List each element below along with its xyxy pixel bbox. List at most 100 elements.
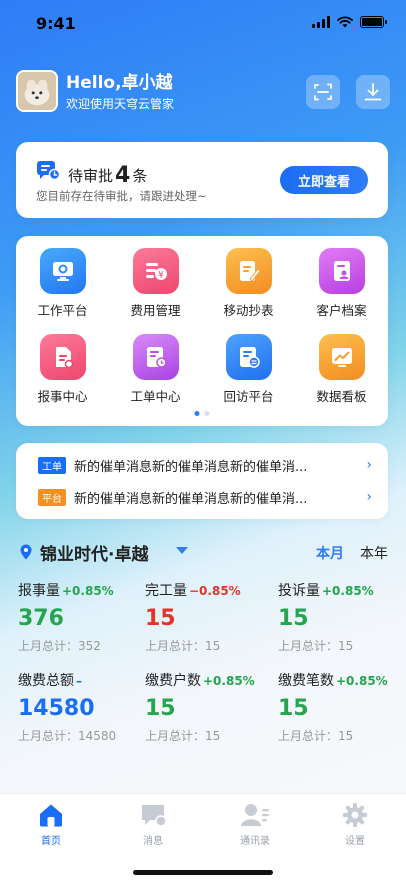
- project-selector[interactable]: 锦业时代·卓越: [40, 540, 148, 565]
- stat-name: 投诉量: [278, 583, 320, 599]
- settings-icon: [343, 803, 367, 827]
- stat-name: 完工量: [145, 583, 187, 599]
- home-indicator: [133, 870, 273, 875]
- stat-change: +0.85%: [322, 584, 374, 598]
- notice-card: 工单 新的催单消息新的催单消息新的催单消... › 平台 新的催单消息新的催单消…: [16, 443, 388, 519]
- stat-value: 376: [18, 606, 64, 631]
- scan-icon: [314, 83, 332, 101]
- menu-item-work-order[interactable]: 工单中心: [109, 334, 202, 408]
- menu-item-data-dashboard[interactable]: 数据看板: [295, 334, 388, 408]
- approval-icon: [37, 161, 60, 181]
- menu-label: 工单中心: [130, 389, 181, 404]
- welcome-text: 欢迎使用天穹云管家: [66, 97, 175, 111]
- stat-value: 15: [278, 606, 309, 631]
- pending-title: 待审批4 条: [68, 162, 147, 188]
- menu-label: 费用管理: [130, 303, 181, 318]
- stat-last-month: 上月总计：14580: [18, 729, 117, 743]
- stat-complaint-count: 投诉量 +0.85% 15 上月总计：15: [278, 580, 398, 654]
- stat-last-month: 上月总计：15: [278, 729, 354, 743]
- stat-value: 14580: [18, 696, 95, 721]
- scan-button[interactable]: [306, 75, 340, 109]
- page-dot-active: [194, 411, 200, 416]
- view-now-button[interactable]: 立即查看: [280, 166, 368, 194]
- status-time: 9:41: [36, 14, 76, 33]
- pending-description: 您目前存在待审批，请跟进处理~: [36, 189, 207, 203]
- tab-label: 首页: [41, 836, 61, 847]
- stat-change: +0.85%: [336, 674, 388, 688]
- notice-tag-platform: 平台: [38, 488, 66, 506]
- menu-item-mobile-meter[interactable]: 移动抄表: [202, 248, 295, 322]
- page-indicator: [194, 411, 210, 416]
- page-dot: [204, 411, 210, 416]
- stat-last-month: 上月总计：15: [278, 639, 354, 653]
- menu-item-return-visit[interactable]: 回访平台: [202, 334, 295, 408]
- stat-value: 15: [145, 606, 176, 631]
- stat-report-count: 报事量 +0.85% 376 上月总计：352: [18, 580, 145, 654]
- tab-contacts[interactable]: 通讯录: [220, 802, 290, 847]
- menu-label: 数据看板: [316, 389, 367, 404]
- notice-text: 新的催单消息新的催单消息新的催单消...: [74, 491, 308, 507]
- stat-change: +0.85%: [203, 674, 255, 688]
- notice-tag-work-order: 工单: [38, 456, 66, 474]
- caret-down-icon[interactable]: [176, 547, 188, 554]
- pending-count: 4: [115, 163, 131, 188]
- notice-text: 新的催单消息新的催单消息新的催单消...: [74, 459, 308, 475]
- chevron-right-icon: ›: [366, 489, 372, 505]
- status-icons: [312, 16, 387, 28]
- dashboard-icon: [318, 334, 365, 380]
- stat-name: 缴费笔数: [278, 673, 334, 689]
- menu-label: 回访平台: [223, 389, 274, 404]
- bottom-tab-bar: 首页 消息 通讯录 设置: [0, 793, 406, 883]
- fee-icon: ¥: [132, 248, 179, 294]
- menu-label: 移动抄表: [223, 303, 274, 318]
- download-button[interactable]: [356, 75, 390, 109]
- stat-completed-count: 完工量 −0.85% 15 上月总计：15: [145, 580, 278, 654]
- tab-label: 通讯录: [240, 836, 270, 847]
- tab-label: 消息: [143, 836, 163, 847]
- menu-item-report-center[interactable]: 报事中心: [16, 334, 109, 408]
- stat-name: 缴费总额: [18, 673, 74, 689]
- stat-last-month: 上月总计：352: [18, 639, 101, 653]
- chevron-right-icon: ›: [366, 457, 372, 473]
- stat-name: 报事量: [18, 583, 60, 599]
- greeting: Hello,卓小越: [66, 73, 173, 93]
- workbench-icon: [39, 248, 86, 294]
- tab-home[interactable]: 首页: [16, 802, 86, 847]
- notice-item[interactable]: 平台 新的催单消息新的催单消息新的催单消... ›: [38, 487, 372, 507]
- menu-label: 客户档案: [316, 303, 367, 318]
- stat-payment-transactions: 缴费笔数 +0.85% 15 上月总计：15: [278, 670, 398, 744]
- menu-label: 报事中心: [37, 389, 88, 404]
- tab-settings[interactable]: 设置: [320, 802, 390, 847]
- wifi-icon: [337, 16, 353, 28]
- menu-item-customer-file[interactable]: 客户档案: [295, 248, 388, 322]
- battery-icon: [360, 16, 387, 28]
- avatar[interactable]: [16, 70, 58, 112]
- cellular-signal-icon: [312, 16, 330, 28]
- location-icon: [20, 544, 32, 560]
- menu-label: 工作平台: [37, 303, 88, 318]
- tab-label: 设置: [345, 836, 365, 847]
- meter-icon: [225, 248, 272, 294]
- report-icon: [39, 334, 86, 380]
- download-icon: [364, 83, 382, 101]
- menu-item-fee-management[interactable]: ¥ 费用管理: [109, 248, 202, 322]
- feature-menu-grid: 工作平台 ¥ 费用管理 移动抄表 客户档案 报事中心 工单中心 回访平台 数据看…: [16, 248, 388, 408]
- customer-file-icon: [318, 248, 365, 294]
- pending-approval-card: 待审批4 条 您目前存在待审批，请跟进处理~ 立即查看: [16, 142, 388, 218]
- pending-prefix: 待审批: [68, 167, 114, 185]
- stat-payment-total: 缴费总额 – 14580 上月总计：14580: [18, 670, 145, 744]
- statistics-grid: 报事量 +0.85% 376 上月总计：352 完工量 −0.85% 15 上月总计…: [18, 580, 398, 744]
- period-tab-year[interactable]: 本年: [360, 543, 388, 563]
- header: Hello,卓小越 欢迎使用天穹云管家: [16, 68, 390, 116]
- stat-last-month: 上月总计：15: [145, 639, 221, 653]
- menu-item-workbench[interactable]: 工作平台: [16, 248, 109, 322]
- period-tab-month[interactable]: 本月: [316, 543, 344, 563]
- work-order-icon: [132, 334, 179, 380]
- contacts-icon: [241, 804, 269, 826]
- stat-value: 15: [278, 696, 309, 721]
- status-bar: 9:41: [0, 0, 406, 48]
- project-bar: 锦业时代·卓越 本月 本年: [16, 540, 390, 565]
- home-icon: [40, 804, 62, 827]
- tab-messages[interactable]: 消息: [118, 802, 188, 847]
- notice-item[interactable]: 工单 新的催单消息新的催单消息新的催单消... ›: [38, 455, 372, 475]
